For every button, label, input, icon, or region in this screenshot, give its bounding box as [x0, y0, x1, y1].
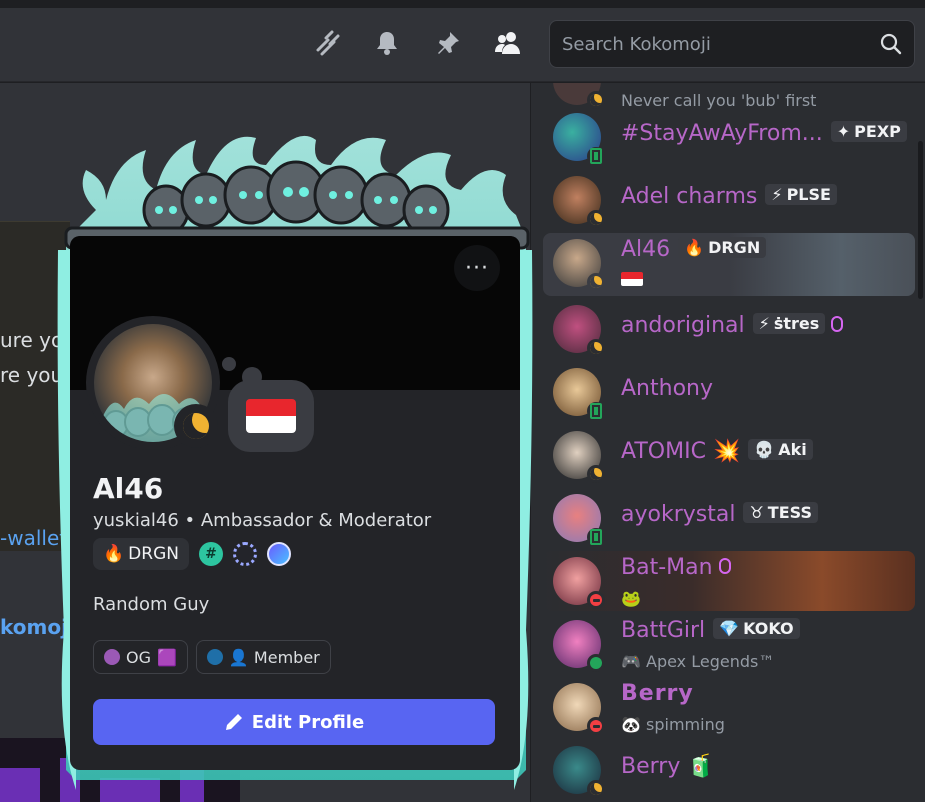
- status-idle-icon: [587, 210, 605, 228]
- member-row[interactable]: BattGirl 💎 KOKO 🎮 Apex Legends™: [543, 614, 915, 674]
- bell-icon[interactable]: [372, 28, 402, 58]
- pencil-icon: [225, 714, 242, 730]
- guild-tag: ♉ TESS: [743, 501, 818, 523]
- profile-username-line: yuskial46 • Ambassador & Moderator: [93, 510, 432, 531]
- member-name: andoriginal ⚡ ṡtres: [621, 312, 844, 338]
- guild-tag: ⚡ PLSE: [765, 183, 837, 205]
- profile-guild-tag[interactable]: 🔥 DRGN: [93, 538, 189, 570]
- status-idle-icon: [587, 780, 605, 798]
- profile-about-me: Random Guy: [93, 594, 210, 615]
- member-name: #StayAwAyFrom... ✦ PEXP: [621, 120, 907, 146]
- profile-display-name: Al46: [93, 472, 164, 505]
- member-name: BattGirl 💎 KOKO: [621, 617, 800, 643]
- profile-badges: 🔥 DRGN #: [93, 538, 291, 570]
- profile-roles: OG 🟪 👤 Member: [93, 640, 331, 674]
- status-idle-icon: [587, 339, 605, 357]
- member-name: Al46 🔥 DRGN: [621, 236, 767, 262]
- member-row[interactable]: andoriginal ⚡ ṡtres: [543, 299, 915, 359]
- member-row[interactable]: Adel charms ⚡ PLSE: [543, 170, 915, 230]
- member-list-scrollbar[interactable]: [918, 141, 923, 299]
- custom-status-bubble[interactable]: [228, 380, 314, 452]
- guild-tag: 💎 KOKO: [713, 617, 800, 639]
- search-placeholder: Search Kokomoji: [562, 33, 711, 55]
- member-list[interactable]: Never call you 'bub' first #StayAwAyFrom…: [531, 83, 925, 802]
- indonesia-flag-icon: [621, 272, 643, 286]
- status-idle-icon: [587, 465, 605, 483]
- search-input[interactable]: Search Kokomoji: [549, 20, 915, 68]
- member-name: Bat-Man: [621, 555, 731, 580]
- members-icon[interactable]: [493, 28, 523, 58]
- status-mobile-icon: [587, 147, 605, 165]
- status-idle-icon: [587, 273, 605, 291]
- nitro-badge-icon[interactable]: [266, 542, 291, 566]
- guild-tag: ⚡ ṡtres: [752, 312, 826, 334]
- role-og[interactable]: OG 🟪: [93, 640, 188, 674]
- guild-tag: ✦ PEXP: [830, 120, 907, 142]
- role-member[interactable]: 👤 Member: [195, 640, 331, 674]
- search-icon: [880, 33, 902, 55]
- member-activity: 🎮 Apex Legends™: [621, 652, 775, 671]
- status-idle-icon: [174, 404, 218, 448]
- hashtag-badge-icon[interactable]: #: [198, 542, 223, 566]
- status-online-icon: [587, 654, 605, 672]
- edit-profile-label: Edit Profile: [251, 711, 365, 733]
- title-strip: [0, 0, 925, 8]
- member-name: Anthony: [621, 376, 713, 401]
- guild-tag: 💀 Aki: [748, 438, 813, 460]
- role-label: 👤 Member: [228, 647, 320, 667]
- role-label: OG: [126, 647, 151, 667]
- role-color-dot: [104, 649, 120, 665]
- member-row[interactable]: Berry 🐼 spimming: [543, 677, 915, 737]
- member-row[interactable]: #StayAwAyFrom... ✦ PEXP: [543, 107, 915, 167]
- member-name: Berry: [621, 681, 694, 706]
- member-row[interactable]: ATOMIC 💥 💀 Aki: [543, 425, 915, 485]
- member-name: ATOMIC 💥 💀 Aki: [621, 438, 813, 464]
- member-row[interactable]: Bat-Man 🐸: [543, 551, 915, 611]
- status-dnd-icon: [587, 717, 605, 735]
- status-dnd-icon: [587, 591, 605, 609]
- member-row[interactable]: ayokrystal ♉ TESS: [543, 488, 915, 548]
- laurel-badge-icon[interactable]: [232, 542, 257, 566]
- status-bubble-tail: [222, 357, 236, 371]
- guild-tag: 🔥 DRGN: [678, 236, 767, 258]
- member-name: Adel charms ⚡ PLSE: [621, 183, 837, 209]
- guild-tag-label: DRGN: [128, 544, 179, 564]
- indonesia-flag-icon: [246, 399, 296, 433]
- purple-square-icon: 🟪: [157, 647, 177, 667]
- member-row[interactable]: Berry 🧃: [543, 740, 915, 800]
- threads-icon[interactable]: [312, 28, 342, 58]
- fire-icon: 🔥: [103, 544, 125, 564]
- member-activity: 🐼 spimming: [621, 715, 725, 734]
- role-color-dot: [206, 649, 223, 665]
- member-name: Berry 🧃: [621, 754, 715, 779]
- edit-profile-button[interactable]: Edit Profile: [93, 699, 495, 745]
- server-booster-icon: [718, 558, 731, 574]
- member-activity: 🐸: [621, 589, 641, 608]
- member-row-selected[interactable]: Al46 🔥 DRGN: [543, 233, 915, 296]
- member-name: ayokrystal ♉ TESS: [621, 501, 818, 527]
- channel-header: Search Kokomoji: [0, 0, 925, 82]
- server-booster-icon: [831, 316, 844, 332]
- status-mobile-icon: [587, 528, 605, 546]
- pin-icon[interactable]: [433, 28, 463, 58]
- member-row[interactable]: Anthony: [543, 362, 915, 422]
- member-status-flag: [621, 271, 643, 290]
- more-options-button[interactable]: ···: [454, 245, 500, 291]
- status-mobile-icon: [587, 402, 605, 420]
